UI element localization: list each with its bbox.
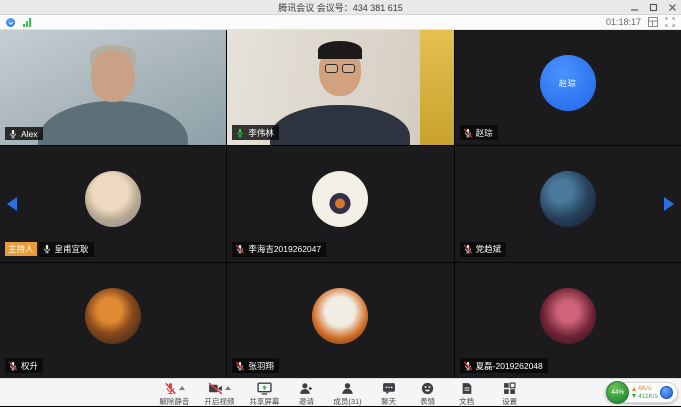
video-tile-huangfuyigeng[interactable]: 主持人 皇甫宜耿 — [0, 146, 226, 261]
chat-bubble-icon — [382, 382, 396, 395]
emoji-button[interactable]: 表情 — [416, 381, 440, 407]
video-tile-dangqubin[interactable]: 党趋斌 — [455, 146, 681, 261]
participant-grid: Alex 李伟林 赵琮 赵琮 主持人 皇甫宜耿 — [0, 30, 681, 378]
members-button[interactable]: 成员(31) — [333, 381, 361, 407]
share-screen-icon — [257, 382, 272, 395]
invite-button[interactable]: 邀请 — [294, 381, 318, 407]
glasses — [323, 64, 357, 73]
mic-active-icon — [235, 128, 245, 138]
network-signal-icon[interactable] — [23, 18, 31, 27]
title-bar: 腾讯会议 会议号：434 381 615 — [0, 0, 681, 15]
invite-person-icon — [299, 382, 313, 395]
avatar — [85, 171, 141, 227]
speed-ball[interactable]: 44% — [606, 381, 629, 404]
prev-page-arrow[interactable] — [7, 197, 17, 211]
mic-muted-icon — [8, 361, 18, 371]
participant-name: 赵琮 — [476, 127, 493, 139]
video-tile-zhangyuxiang[interactable]: 张羽翔 — [227, 263, 453, 378]
download-rate: 411K/s — [638, 393, 658, 401]
mic-muted-icon — [463, 244, 473, 254]
upload-arrow-icon — [632, 387, 636, 391]
docs-button[interactable]: 文档 — [455, 381, 479, 407]
maximize-button[interactable] — [649, 3, 658, 12]
mic-on-icon — [42, 244, 52, 254]
video-tile-liweilin[interactable]: 李伟林 — [227, 30, 453, 145]
participant-name: 权升 — [21, 360, 38, 372]
participant-name: 党趋斌 — [476, 243, 502, 255]
meeting-timer: 01:18:17 — [606, 17, 641, 27]
speed-percent: 44% — [611, 389, 624, 396]
members-icon — [341, 382, 354, 395]
video-tile-alex[interactable]: Alex — [0, 30, 226, 145]
emoji-smiley-icon — [421, 382, 434, 395]
settings-grid-icon — [503, 382, 516, 395]
avatar — [540, 288, 596, 344]
mic-muted-icon — [463, 128, 473, 138]
participant-name: 李伟林 — [248, 127, 274, 139]
participant-name: 皇甫宜耿 — [55, 243, 89, 255]
video-tile-zhaocong[interactable]: 赵琮 赵琮 — [455, 30, 681, 145]
mic-muted-icon — [164, 382, 177, 395]
upload-rate: 6K/s — [638, 385, 651, 393]
video-tile-quansheng[interactable]: 权升 — [0, 263, 226, 378]
mic-options-caret[interactable] — [179, 386, 185, 390]
layout-switch-icon[interactable] — [648, 17, 658, 27]
avatar — [85, 288, 141, 344]
video-tile-xialei[interactable]: 夏磊-2019262048 — [455, 263, 681, 378]
participant-name: 张羽翔 — [248, 360, 274, 372]
meeting-title: 腾讯会议 会议号：434 381 615 — [278, 1, 403, 14]
mic-muted-icon — [235, 244, 245, 254]
download-arrow-icon — [632, 394, 636, 398]
camera-off-icon — [208, 382, 223, 395]
speed-ball-widget[interactable]: 44% 6K/s 411K/s — [605, 381, 678, 404]
avatar-initials: 赵琮 — [559, 78, 577, 89]
participant-name: 李海吉2019262047 — [248, 243, 321, 255]
minimize-button[interactable] — [630, 3, 639, 12]
unmute-button[interactable]: 解除静音 — [159, 381, 189, 407]
status-bar: 01:18:17 — [0, 15, 681, 30]
avatar: 赵琮 — [540, 55, 596, 111]
mic-muted-icon — [235, 361, 245, 371]
next-page-arrow[interactable] — [664, 197, 674, 211]
close-button[interactable] — [668, 3, 677, 12]
chat-button[interactable]: 聊天 — [377, 381, 401, 407]
browser-overlay-icon[interactable] — [660, 386, 673, 399]
video-tile-lihaiji[interactable]: 李海吉2019262047 — [227, 146, 453, 261]
avatar — [540, 171, 596, 227]
participant-name: Alex — [21, 129, 38, 139]
settings-button[interactable]: 设置 — [498, 381, 522, 407]
avatar — [312, 171, 368, 227]
start-video-button[interactable]: 开启视频 — [204, 381, 234, 407]
host-badge: 主持人 — [5, 242, 37, 256]
mic-muted-icon — [463, 361, 473, 371]
mic-on-icon — [8, 129, 18, 139]
participant-name: 夏磊-2019262048 — [476, 360, 543, 372]
document-icon — [461, 382, 473, 395]
camera-options-caret[interactable] — [225, 386, 231, 390]
fullscreen-icon[interactable] — [665, 17, 675, 27]
avatar — [312, 288, 368, 344]
meeting-toolbar: 解除静音 开启视频 共享屏幕 — [0, 378, 681, 406]
share-screen-button[interactable]: 共享屏幕 — [249, 381, 279, 407]
security-shield-icon[interactable] — [6, 18, 15, 27]
